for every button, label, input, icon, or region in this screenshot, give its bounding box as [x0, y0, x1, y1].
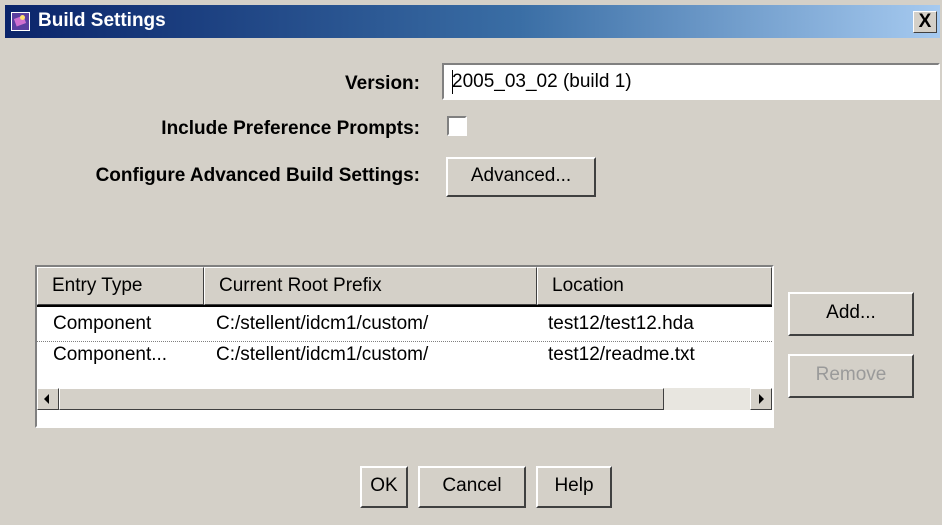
app-icon: [11, 12, 30, 31]
scrollbar-thumb[interactable]: [59, 388, 664, 410]
cell-root-prefix: C:/stellent/idcm1/custom/: [216, 313, 429, 334]
title-bar[interactable]: Build Settings X: [5, 5, 940, 38]
include-prompts-label: Include Preference Prompts:: [161, 118, 420, 139]
horizontal-scrollbar[interactable]: [37, 388, 772, 410]
cell-location: test12/test12.hda: [548, 313, 694, 334]
version-input[interactable]: 2005_03_02 (build 1): [442, 63, 940, 100]
column-header-root-prefix[interactable]: Current Root Prefix: [204, 267, 537, 305]
scroll-left-arrow-icon[interactable]: [37, 388, 59, 410]
window-title: Build Settings: [38, 10, 166, 31]
build-settings-dialog: Build Settings X Version: 2005_03_02 (bu…: [0, 0, 942, 525]
column-header-entry-type[interactable]: Entry Type: [37, 267, 204, 305]
include-prompts-checkbox[interactable]: [447, 116, 467, 136]
text-caret: [452, 70, 453, 94]
cell-root-prefix: C:/stellent/idcm1/custom/: [216, 344, 429, 365]
table-row[interactable]: Component... C:/stellent/idcm1/custom/ t…: [37, 340, 772, 372]
remove-button[interactable]: Remove: [788, 354, 914, 398]
version-input-value: 2005_03_02 (build 1): [452, 71, 632, 92]
scroll-right-arrow-icon[interactable]: [750, 388, 772, 410]
help-button[interactable]: Help: [536, 466, 612, 508]
table-header: Entry Type Current Root Prefix Location: [37, 267, 772, 307]
ok-button[interactable]: OK: [360, 466, 408, 508]
cell-entry-type: Component...: [53, 344, 168, 365]
version-label: Version:: [345, 73, 420, 94]
advanced-button[interactable]: Advanced...: [446, 157, 596, 197]
column-header-location[interactable]: Location: [537, 267, 772, 305]
cell-location: test12/readme.txt: [548, 344, 695, 365]
table-row[interactable]: Component C:/stellent/idcm1/custom/ test…: [37, 309, 772, 342]
cancel-button[interactable]: Cancel: [418, 466, 526, 508]
close-button[interactable]: X: [913, 11, 937, 33]
entries-table: Entry Type Current Root Prefix Location …: [35, 265, 774, 428]
advanced-settings-label: Configure Advanced Build Settings:: [95, 165, 420, 186]
add-button[interactable]: Add...: [788, 292, 914, 336]
cell-entry-type: Component: [53, 313, 152, 334]
